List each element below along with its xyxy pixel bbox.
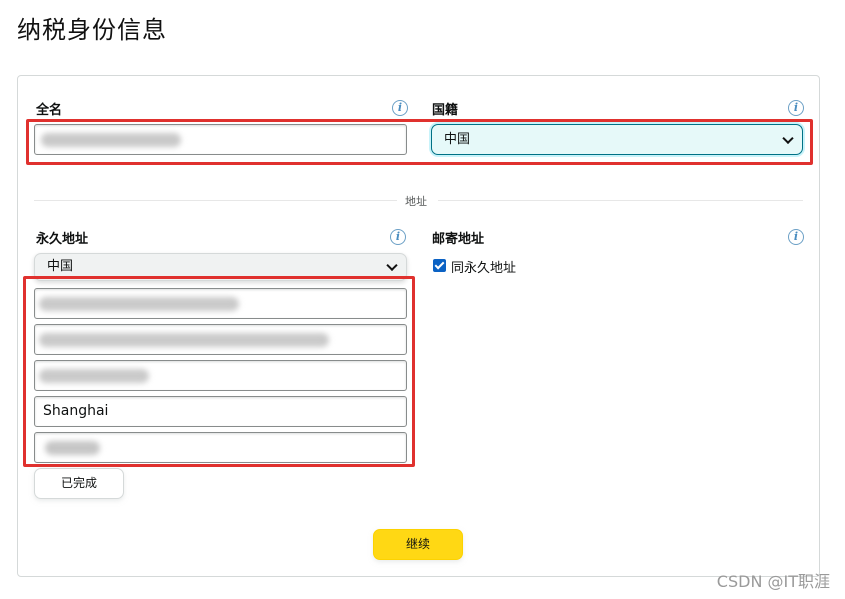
same-as-permanent-checkbox[interactable] — [433, 259, 446, 272]
highlight-box — [26, 119, 813, 165]
info-icon[interactable]: i — [390, 229, 406, 245]
mailing-address-label: 邮寄地址 — [432, 232, 485, 247]
page-title: 纳税身份信息 — [17, 16, 167, 44]
same-as-permanent-label[interactable]: 同永久地址 — [451, 257, 516, 276]
info-icon[interactable]: i — [788, 100, 804, 116]
info-icon[interactable]: i — [392, 100, 408, 116]
watermark: CSDN @IT职涯 — [716, 572, 830, 591]
info-icon[interactable]: i — [788, 229, 804, 245]
chevron-down-icon — [386, 259, 398, 272]
continue-button[interactable]: 继续 — [373, 529, 463, 560]
permanent-country-value: 中国 — [47, 259, 74, 274]
nationality-label: 国籍 — [432, 103, 459, 118]
address-divider-label: 地址 — [405, 195, 427, 208]
highlight-box — [23, 276, 415, 467]
permanent-address-label: 永久地址 — [36, 232, 89, 247]
divider — [438, 200, 803, 201]
full-name-label: 全名 — [36, 103, 63, 118]
divider — [34, 200, 397, 201]
done-button[interactable]: 已完成 — [34, 468, 124, 499]
